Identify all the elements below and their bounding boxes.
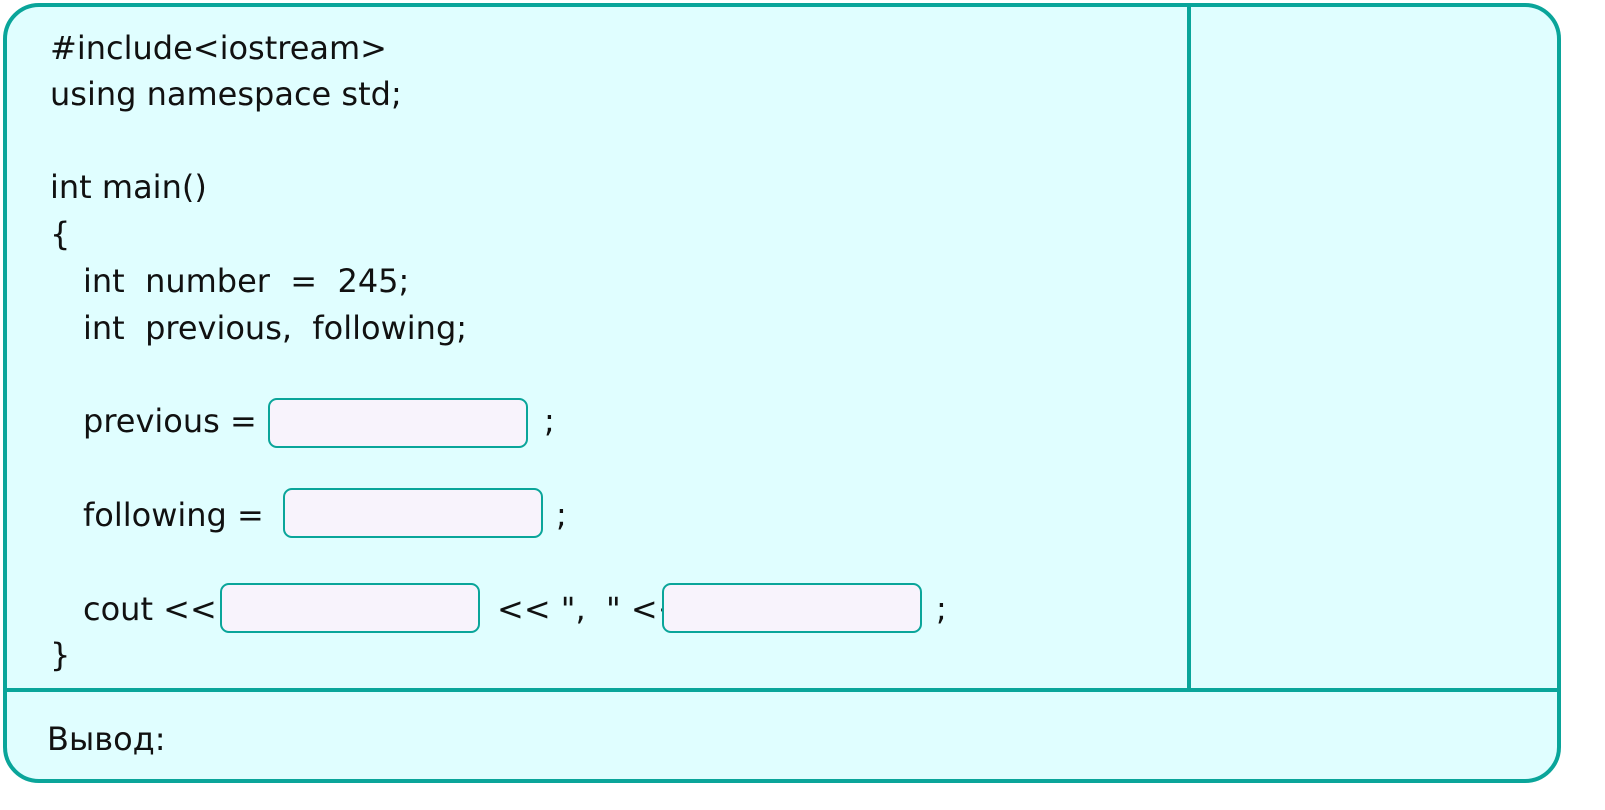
cout-first-input[interactable]: [220, 583, 480, 633]
vertical-divider: [1187, 7, 1191, 690]
code-line-main: int main(): [50, 168, 207, 206]
cout-separator: << ", " <<: [497, 590, 685, 628]
following-semicolon: ;: [556, 496, 567, 534]
code-line-using: using namespace std;: [50, 75, 402, 113]
code-close-brace: }: [50, 636, 71, 674]
output-label: Вывод:: [47, 720, 166, 758]
code-open-brace: {: [50, 215, 71, 253]
code-line-include: #include<iostream>: [50, 29, 387, 67]
cout-label: cout <<: [83, 590, 217, 628]
cout-semicolon: ;: [936, 590, 947, 628]
code-exercise-card: #include<iostream> using namespace std; …: [3, 3, 1561, 783]
code-line-number-decl: int number = 245;: [83, 262, 410, 300]
code-line-vars-decl: int previous, following;: [83, 309, 468, 347]
previous-semicolon: ;: [544, 402, 555, 440]
following-assign-label: following =: [83, 496, 264, 534]
cout-second-input[interactable]: [662, 583, 922, 633]
horizontal-divider: [7, 688, 1557, 692]
previous-assign-label: previous =: [83, 402, 257, 440]
following-answer-input[interactable]: [283, 488, 543, 538]
previous-answer-input[interactable]: [268, 398, 528, 448]
